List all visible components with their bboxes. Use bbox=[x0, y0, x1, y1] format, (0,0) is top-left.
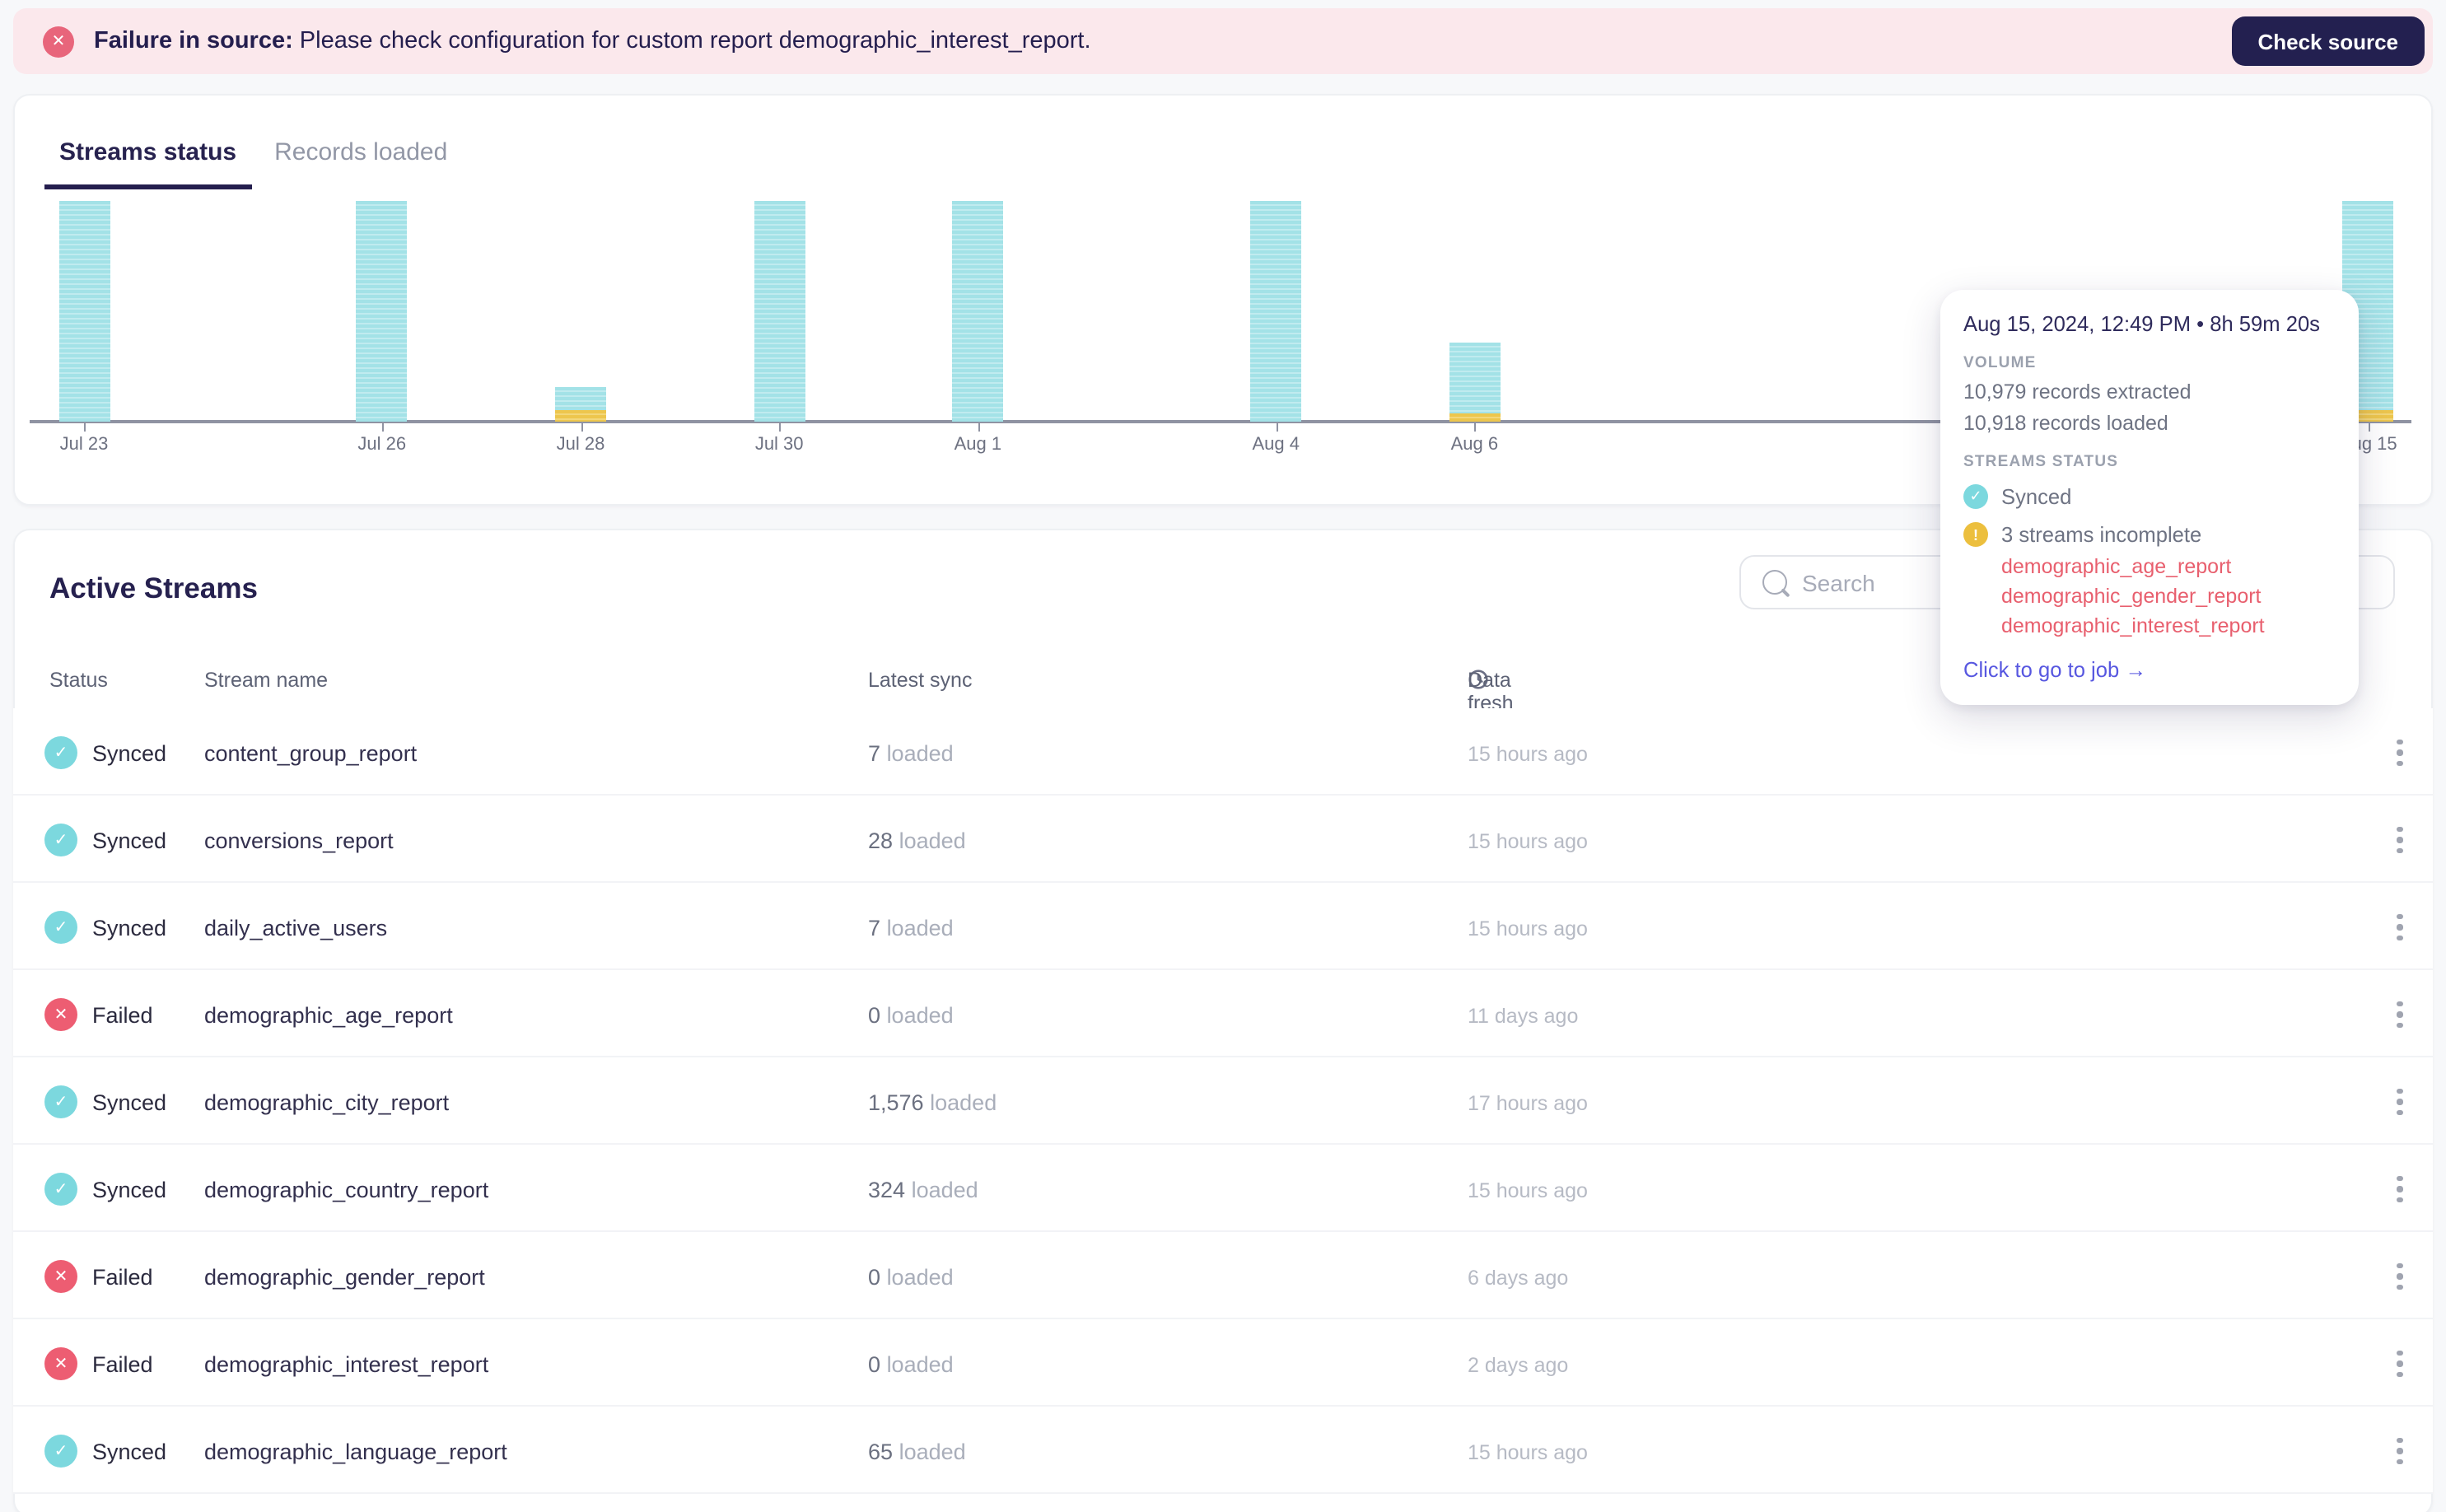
row-menu-button[interactable] bbox=[2380, 993, 2420, 1036]
status-icon: ✕ bbox=[44, 1260, 77, 1293]
column-data-fresh: Data fresh as of bbox=[1468, 669, 1514, 738]
tab-streams-status[interactable]: Streams status bbox=[44, 138, 252, 189]
status-icon: ✕ bbox=[44, 998, 77, 1031]
tooltip-extracted: 10,979 records extracted bbox=[1963, 380, 2192, 404]
tooltip-incomplete: 3 streams incomplete bbox=[2001, 522, 2202, 547]
go-to-job-link[interactable]: Click to go to job → bbox=[1963, 657, 2336, 682]
row-menu-button[interactable] bbox=[2380, 731, 2420, 774]
chart-bar[interactable] bbox=[754, 201, 805, 422]
chart-bar-incomplete-segment bbox=[1449, 413, 1501, 422]
error-banner: ✕ Failure in source: Please check config… bbox=[13, 8, 2433, 74]
table-row: ✓ Synced daily_active_users 7 loaded 15 … bbox=[13, 883, 2433, 970]
tooltip-loaded: 10,918 records loaded bbox=[1963, 412, 2168, 435]
synced-check-icon: ✓ bbox=[1963, 484, 1988, 509]
chart-bar[interactable] bbox=[555, 386, 606, 422]
table-row: ✓ Synced conversions_report 28 loaded 15… bbox=[13, 796, 2433, 883]
tooltip-streams-label: STREAMS STATUS bbox=[1963, 453, 2119, 471]
column-status: Status bbox=[49, 669, 108, 692]
failed-stream-link[interactable]: demographic_age_report bbox=[2001, 552, 2336, 581]
table-row: ✕ Failed demographic_age_report 0 loaded… bbox=[13, 970, 2433, 1057]
tab-records-loaded[interactable]: Records loaded bbox=[274, 138, 447, 184]
search-placeholder: Search bbox=[1802, 569, 1875, 595]
chart-bar-incomplete-segment bbox=[555, 409, 606, 422]
table-row: ✓ Synced demographic_city_report 1,576 l… bbox=[13, 1057, 2433, 1145]
row-menu-button[interactable] bbox=[2380, 1080, 2420, 1123]
table-row: ✓ Synced demographic_language_report 65 … bbox=[13, 1407, 2433, 1494]
row-menu-button[interactable] bbox=[2380, 819, 2420, 861]
chart-bar[interactable] bbox=[952, 201, 1004, 422]
table-row: ✕ Failed demographic_interest_report 0 l… bbox=[13, 1319, 2433, 1407]
status-icon: ✓ bbox=[44, 1435, 77, 1468]
tooltip-volume-label: VOLUME bbox=[1963, 354, 2037, 372]
chart-bar[interactable] bbox=[356, 201, 408, 422]
tooltip-title: Aug 15, 2024, 12:49 PM • 8h 59m 20s bbox=[1963, 311, 2320, 336]
status-icon: ✓ bbox=[44, 736, 77, 769]
check-source-button[interactable]: Check source bbox=[2231, 16, 2425, 66]
row-menu-button[interactable] bbox=[2380, 1255, 2420, 1298]
dashboard-root: ✕ Failure in source: Please check config… bbox=[0, 0, 2446, 1512]
table-row: ✓ Synced demographic_country_report 324 … bbox=[13, 1145, 2433, 1232]
failed-stream-links: demographic_age_report demographic_gende… bbox=[2001, 552, 2336, 641]
column-stream-name: Stream name bbox=[204, 669, 329, 692]
search-icon bbox=[1762, 570, 1787, 595]
status-icon: ✓ bbox=[44, 1085, 77, 1118]
tab-bar: Streams status Records loaded bbox=[44, 138, 447, 189]
tooltip-synced: Synced bbox=[2001, 484, 2072, 509]
warning-icon: ! bbox=[1963, 522, 1988, 547]
row-menu-button[interactable] bbox=[2380, 1168, 2420, 1211]
status-icon: ✓ bbox=[44, 1173, 77, 1206]
failed-stream-link[interactable]: demographic_interest_report bbox=[2001, 611, 2336, 641]
row-menu-button[interactable] bbox=[2380, 906, 2420, 949]
section-title: Active Streams bbox=[49, 572, 258, 604]
sync-tooltip: Aug 15, 2024, 12:49 PM • 8h 59m 20s VOLU… bbox=[1940, 290, 2359, 705]
column-latest-sync: Latest sync bbox=[868, 669, 973, 692]
chart-bar[interactable] bbox=[58, 201, 110, 422]
row-menu-button[interactable] bbox=[2380, 1430, 2420, 1472]
error-icon: ✕ bbox=[43, 26, 74, 57]
failed-stream-link[interactable]: demographic_gender_report bbox=[2001, 581, 2336, 611]
row-menu-button[interactable] bbox=[2380, 1342, 2420, 1385]
status-icon: ✕ bbox=[44, 1347, 77, 1380]
chart-bar[interactable] bbox=[1449, 342, 1501, 422]
status-icon: ✓ bbox=[44, 824, 77, 856]
table-row: ✕ Failed demographic_gender_report 0 loa… bbox=[13, 1232, 2433, 1319]
error-message: Failure in source: Please check configur… bbox=[94, 28, 1091, 54]
status-icon: ✓ bbox=[44, 911, 77, 944]
table-row: ✓ Synced content_group_report 7 loaded 1… bbox=[13, 708, 2433, 796]
chart-bar[interactable] bbox=[1250, 201, 1302, 422]
